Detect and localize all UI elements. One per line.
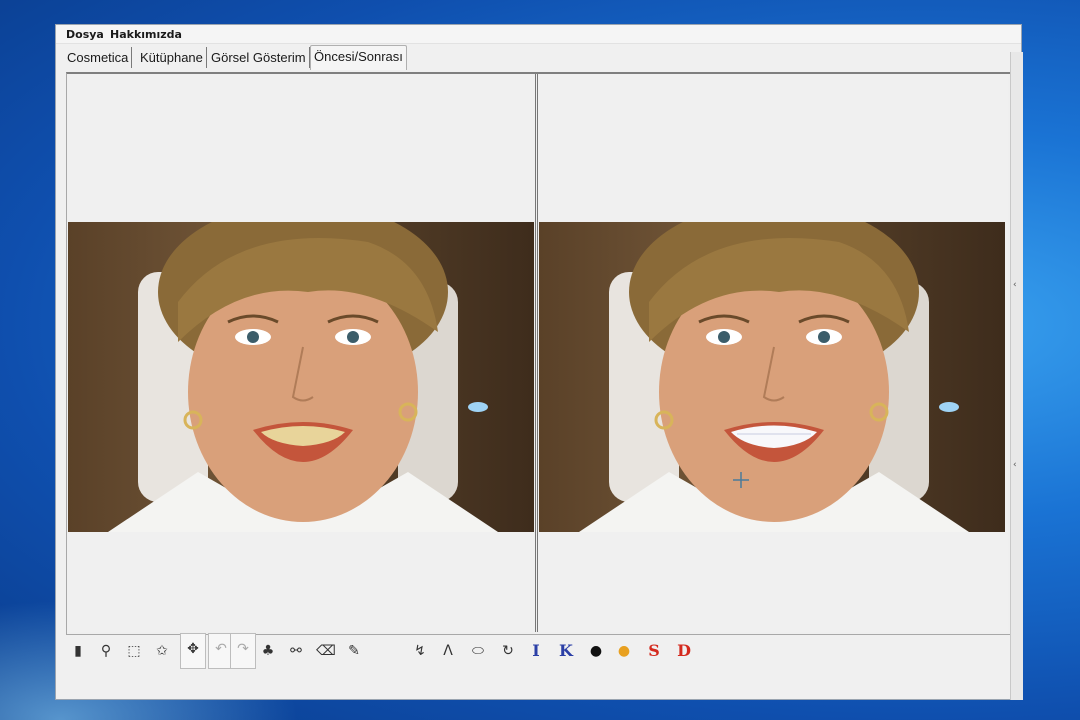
tab-oncesi-sonrasi[interactable]: Öncesi/Sonrası: [310, 45, 407, 70]
scroll-left-icon[interactable]: ‹: [1013, 280, 1017, 290]
text-i-tool[interactable]: I: [524, 639, 548, 663]
text-d-tool[interactable]: D: [672, 639, 696, 663]
lasso-select-tool-icon[interactable]: ✩: [150, 639, 174, 663]
scroll-left-lower-icon[interactable]: ‹: [1013, 460, 1017, 470]
app-window: Dosya Hakkımızda Cosmetica Kütüphane Gör…: [55, 24, 1022, 700]
zoom-tool-icon[interactable]: ⚲: [94, 639, 118, 663]
tab-gorsel-gosterim[interactable]: Görsel Gösterim: [208, 47, 310, 68]
tool-bar: ▮ ⚲ ⬚ ✩ ✥ ↶ ↷ ♣ ⚯ ⌫ ✎ ↯ Λ ⬭ ↻ I K ● ● S …: [60, 631, 1010, 673]
rotate-tool-icon[interactable]: ↻: [496, 639, 520, 663]
tab-kutuphane[interactable]: Kütüphane: [137, 47, 207, 68]
woman-smiling-before-icon: [68, 222, 534, 532]
menu-hakkimizda[interactable]: Hakkımızda: [110, 28, 182, 41]
pointer-bottle-tool-icon[interactable]: ▮: [66, 639, 90, 663]
dropper-tool-icon[interactable]: ✎: [342, 639, 366, 663]
eraser-tool-icon[interactable]: ⌫: [314, 639, 338, 663]
woman-smiling-after-icon: [539, 222, 1005, 532]
curve-tool-icon[interactable]: ↯: [408, 639, 432, 663]
before-pane[interactable]: [67, 74, 536, 632]
text-s-tool[interactable]: S: [642, 639, 666, 663]
after-pane[interactable]: [537, 74, 1008, 632]
vertical-scrollbar[interactable]: ‹ ‹: [1010, 52, 1023, 700]
pill-tool-icon[interactable]: ⬭: [466, 639, 490, 663]
orange-dot-tool-icon[interactable]: ●: [612, 639, 636, 663]
clone-alt-tool-icon[interactable]: ⚯: [284, 639, 308, 663]
angle-tool-icon[interactable]: Λ: [436, 639, 460, 663]
redo-icon[interactable]: ↷: [230, 633, 256, 669]
move-tool-icon[interactable]: ✥: [180, 633, 206, 669]
text-k-tool[interactable]: K: [554, 639, 578, 663]
comparison-panel: [66, 72, 1013, 635]
clone-tool-icon[interactable]: ♣: [256, 639, 280, 663]
menu-dosya[interactable]: Dosya: [66, 28, 104, 41]
menu-bar: Dosya Hakkımızda: [56, 25, 1021, 44]
rect-select-tool-icon[interactable]: ⬚: [122, 639, 146, 663]
tab-bar: Cosmetica Kütüphane Görsel Gösterim Önce…: [64, 45, 984, 70]
black-dot-tool-icon[interactable]: ●: [584, 639, 608, 663]
tab-cosmetica[interactable]: Cosmetica: [64, 47, 133, 68]
